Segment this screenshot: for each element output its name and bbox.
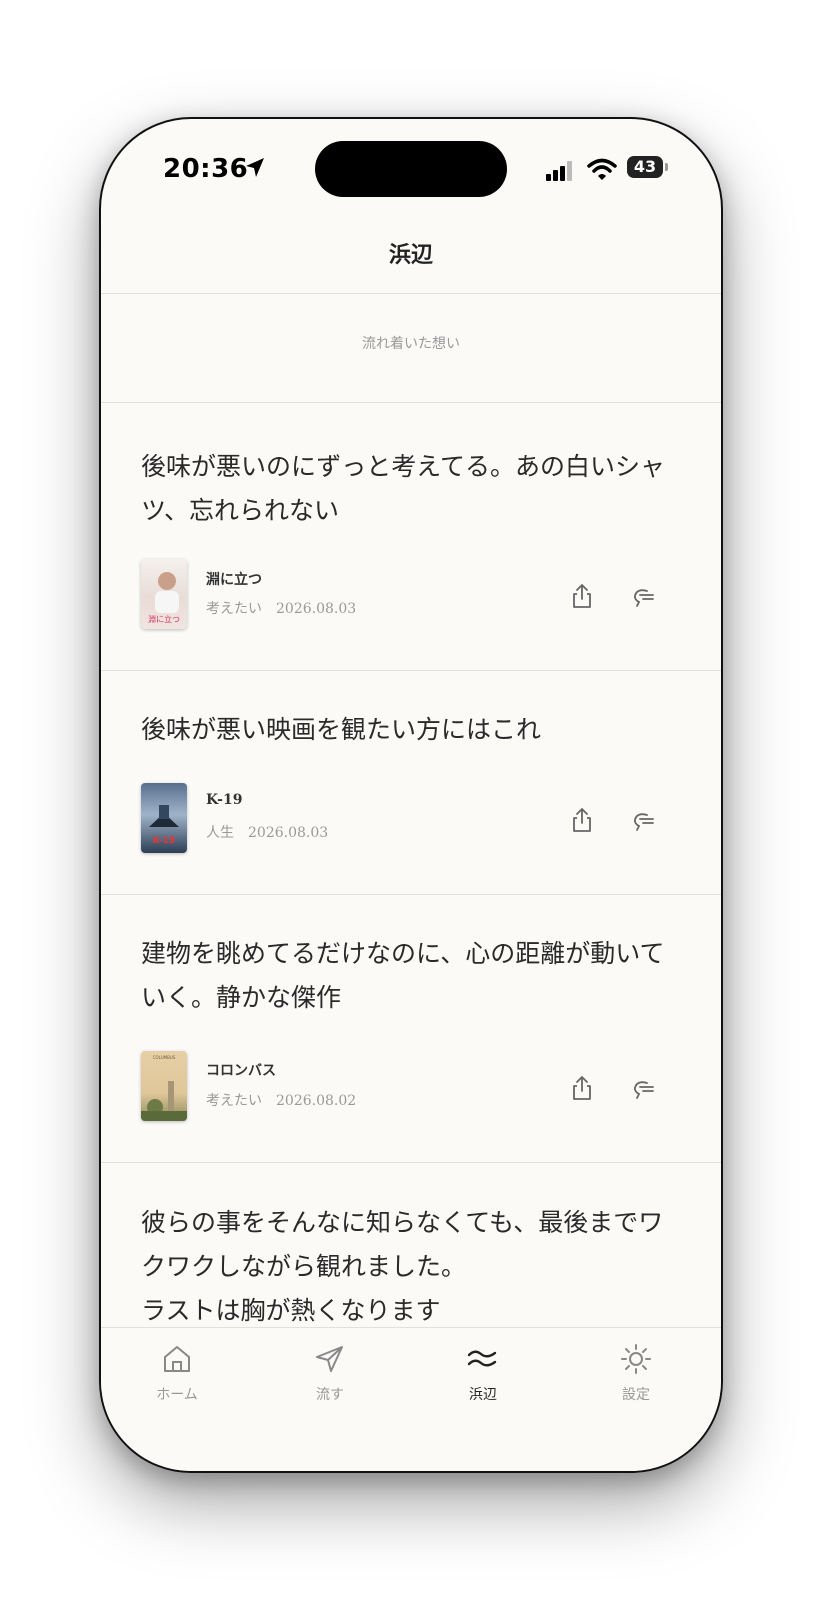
svg-text:K-19: K-19 xyxy=(153,836,175,846)
post-card[interactable]: 建物を眺めてるだけなのに、心の距離が動いて いく。静かな傑作 COLUMBUS … xyxy=(101,895,721,1162)
phone-frame: 20:36 43 浜辺 流れ着いた想い 後味が悪いのにずっと考えてる。あの白いシ… xyxy=(99,117,723,1473)
sun-icon xyxy=(621,1344,651,1374)
poster-art: K-19 xyxy=(149,805,179,846)
movie-poster[interactable]: 淵に立つ xyxy=(141,559,187,629)
post-card[interactable]: 彼らの事をそんなに知らなくても、最後までワ クワクしながら観れました。 ラストは… xyxy=(101,1163,721,1327)
movie-title[interactable]: K-19 xyxy=(206,792,242,808)
share-icon[interactable] xyxy=(569,1074,595,1102)
tab-label: 流す xyxy=(316,1387,344,1403)
share-icon[interactable] xyxy=(569,582,595,610)
waves-icon xyxy=(467,1350,497,1367)
post-card[interactable]: 後味が悪いのにずっと考えてる。あの白いシャ ツ、忘れられない 淵に立つ 淵に立つ… xyxy=(101,403,721,670)
header-divider xyxy=(101,293,721,294)
page-subtitle: 流れ着いた想い xyxy=(362,336,460,352)
post-text: 後味が悪いのにずっと考えてる。あの白いシャ ツ、忘れられない xyxy=(141,452,666,525)
status-time: 20:36 xyxy=(163,154,249,184)
movie-poster[interactable]: COLUMBUS xyxy=(141,1051,187,1121)
post-meta: 考えたい 2026.08.02 xyxy=(206,1093,357,1109)
post-meta: 考えたい 2026.08.03 xyxy=(206,601,357,617)
post-card[interactable]: 後味が悪い映画を観たい方にはこれ K-19 K-19 人生 2026.08.03 xyxy=(101,671,721,894)
movie-title[interactable]: コロンバス xyxy=(206,1060,276,1080)
movie-poster[interactable]: K-19 xyxy=(141,783,187,853)
movie-title[interactable]: 淵に立つ xyxy=(206,569,262,589)
poster-art: 淵に立つ xyxy=(148,572,180,624)
battery-indicator: 43 xyxy=(627,156,663,178)
post-text: 後味が悪い映画を観たい方にはこれ xyxy=(141,715,542,744)
tab-label: 設定 xyxy=(622,1387,650,1403)
post-text: 彼らの事をそんなに知らなくても、最後までワ クワクしながら観れました。 ラストは… xyxy=(141,1208,664,1325)
home-icon xyxy=(164,1346,190,1372)
cellular-signal-icon xyxy=(546,161,572,181)
share-icon[interactable] xyxy=(569,806,595,834)
tab-label: 浜辺 xyxy=(469,1387,497,1403)
page-title: 浜辺 xyxy=(388,242,433,268)
tab-send[interactable]: 流す xyxy=(270,1342,390,1422)
poster-art: COLUMBUS xyxy=(141,1055,187,1121)
reply-icon[interactable] xyxy=(629,808,655,836)
battery-tip xyxy=(665,163,668,171)
tab-bar: ホーム 流す 浜辺 設定 xyxy=(101,1327,721,1471)
reply-icon[interactable] xyxy=(629,1076,655,1104)
send-icon xyxy=(316,1346,343,1372)
svg-text:淵に立つ: 淵に立つ xyxy=(148,614,180,624)
dynamic-island xyxy=(315,141,507,197)
svg-text:COLUMBUS: COLUMBUS xyxy=(153,1055,176,1060)
wifi-icon xyxy=(587,158,617,180)
tab-beach[interactable]: 浜辺 xyxy=(423,1342,543,1422)
reply-icon[interactable] xyxy=(629,584,655,612)
tab-settings[interactable]: 設定 xyxy=(576,1342,696,1422)
location-arrow-icon xyxy=(246,158,264,177)
post-text: 建物を眺めてるだけなのに、心の距離が動いて いく。静かな傑作 xyxy=(141,939,665,1012)
tab-home[interactable]: ホーム xyxy=(117,1342,237,1422)
post-meta: 人生 2026.08.03 xyxy=(206,825,329,841)
tab-label: ホーム xyxy=(156,1387,198,1403)
